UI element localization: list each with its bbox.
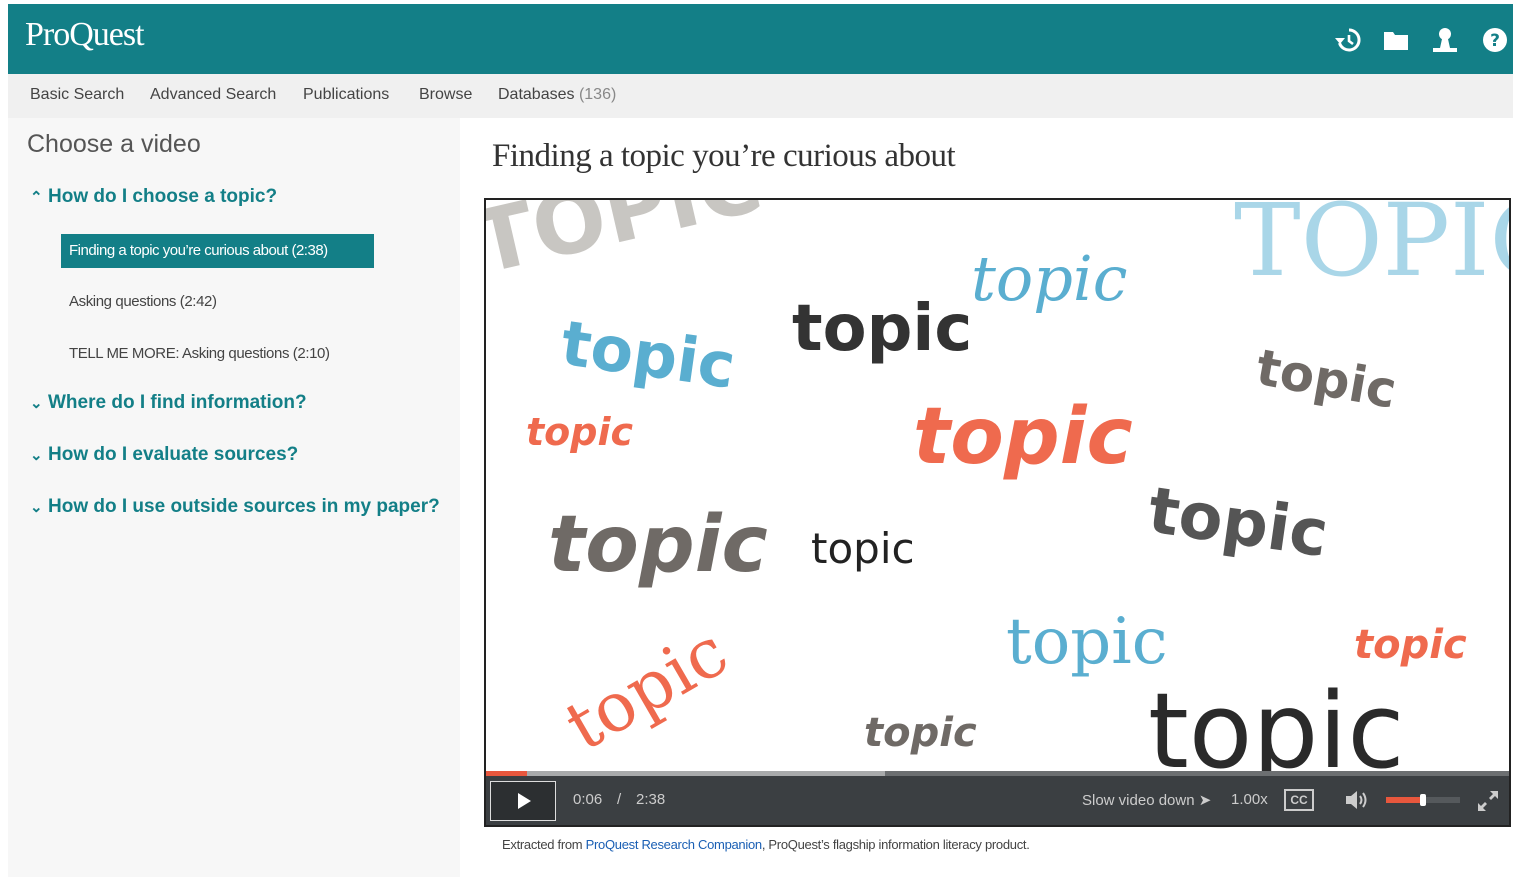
section-label: How do I use outside sources in my paper… (48, 496, 440, 517)
nav-browse[interactable]: Browse (419, 86, 472, 104)
nav-advanced-search[interactable]: Advanced Search (150, 86, 276, 104)
video-word: topic (913, 392, 1133, 482)
history-icon[interactable] (1334, 26, 1362, 54)
video-title: Finding a topic you’re curious about (492, 138, 956, 174)
caption-prefix: Extracted from (502, 837, 583, 852)
volume-level (1386, 797, 1423, 803)
slow-down-button[interactable]: Slow video down ➤ (1082, 791, 1211, 809)
video-caption: Extracted from ProQuest Research Compani… (502, 837, 1030, 852)
nav-basic-search[interactable]: Basic Search (30, 86, 124, 104)
video-word: topic (548, 500, 768, 590)
volume-slider[interactable] (1386, 794, 1460, 806)
video-word: topic (864, 710, 977, 756)
section-label: How do I choose a topic? (48, 186, 278, 207)
nav-publications[interactable]: Publications (303, 86, 389, 104)
nav-bar: Basic Search Advanced Search Publication… (8, 74, 1513, 118)
nav-databases[interactable]: Databases (136) (498, 86, 616, 104)
video-word: topic (811, 524, 915, 573)
video-sidebar: Choose a video ⌃ How do I choose a topic?… (8, 118, 460, 877)
video-item-active[interactable]: Finding a topic you’re curious about (2:… (61, 234, 374, 268)
video-word: TOPIC (1234, 198, 1509, 299)
section-label: How do I evaluate sources? (48, 444, 299, 465)
video-word: topic (1354, 622, 1467, 668)
volume-handle[interactable] (1420, 794, 1426, 806)
user-icon[interactable] (1431, 26, 1459, 54)
video-word: topic (552, 612, 741, 767)
folder-icon[interactable] (1382, 26, 1410, 54)
play-button[interactable] (490, 781, 556, 821)
video-word: topic (1143, 473, 1333, 573)
databases-count: (136) (578, 86, 617, 103)
duration: 2:38 (636, 791, 666, 808)
section-choose-topic[interactable]: ⌃ How do I choose a topic? (30, 186, 277, 208)
video-item[interactable]: TELL ME MORE: Asking questions (2:10) (69, 345, 330, 362)
video-word: topic (526, 410, 634, 454)
play-icon (518, 793, 531, 809)
closed-captions-button[interactable]: CC (1284, 789, 1314, 811)
time-separator: / (617, 791, 622, 808)
fullscreen-icon[interactable] (1476, 789, 1500, 813)
section-evaluate-sources[interactable]: ⌄ How do I evaluate sources? (30, 444, 298, 466)
chevron-down-icon: ⌄ (30, 499, 43, 516)
video-word: topic (792, 292, 973, 366)
volume-icon[interactable] (1344, 788, 1370, 812)
video-word: TOPIC (484, 198, 771, 294)
video-player[interactable]: TOPIC topic topic topic topic TOPIC topi… (484, 198, 1511, 827)
section-label: Where do I find information? (48, 392, 307, 413)
video-item[interactable]: Asking questions (2:42) (69, 293, 217, 310)
video-word: topic (1006, 605, 1168, 679)
help-icon[interactable]: ? (1481, 26, 1509, 54)
chevron-down-icon: ⌄ (30, 447, 43, 464)
current-time: 0:06 (573, 791, 603, 808)
section-outside-sources[interactable]: ⌄ How do I use outside sources in my pape… (30, 496, 440, 518)
nav-databases-label: Databases (498, 86, 575, 103)
caption-suffix: , ProQuest’s flagship information litera… (761, 837, 1030, 852)
chevron-up-icon: ⌃ (30, 189, 43, 206)
proquest-logo[interactable]: ProQuest (25, 16, 145, 54)
speed-value[interactable]: 1.00x (1231, 791, 1268, 808)
video-word: topic (556, 306, 740, 403)
video-word: topic (1252, 338, 1401, 420)
chevron-down-icon: ⌄ (30, 395, 43, 412)
svg-text:?: ? (1490, 31, 1500, 51)
top-header: ProQuest ? (8, 4, 1513, 74)
research-companion-link[interactable]: ProQuest Research Companion (586, 837, 762, 852)
video-word: topic (971, 242, 1128, 315)
video-controls: 0:06 / 2:38 Slow video down ➤ 1.00x CC (486, 776, 1509, 825)
sidebar-title: Choose a video (27, 130, 201, 158)
section-find-information[interactable]: ⌄ Where do I find information? (30, 392, 307, 414)
